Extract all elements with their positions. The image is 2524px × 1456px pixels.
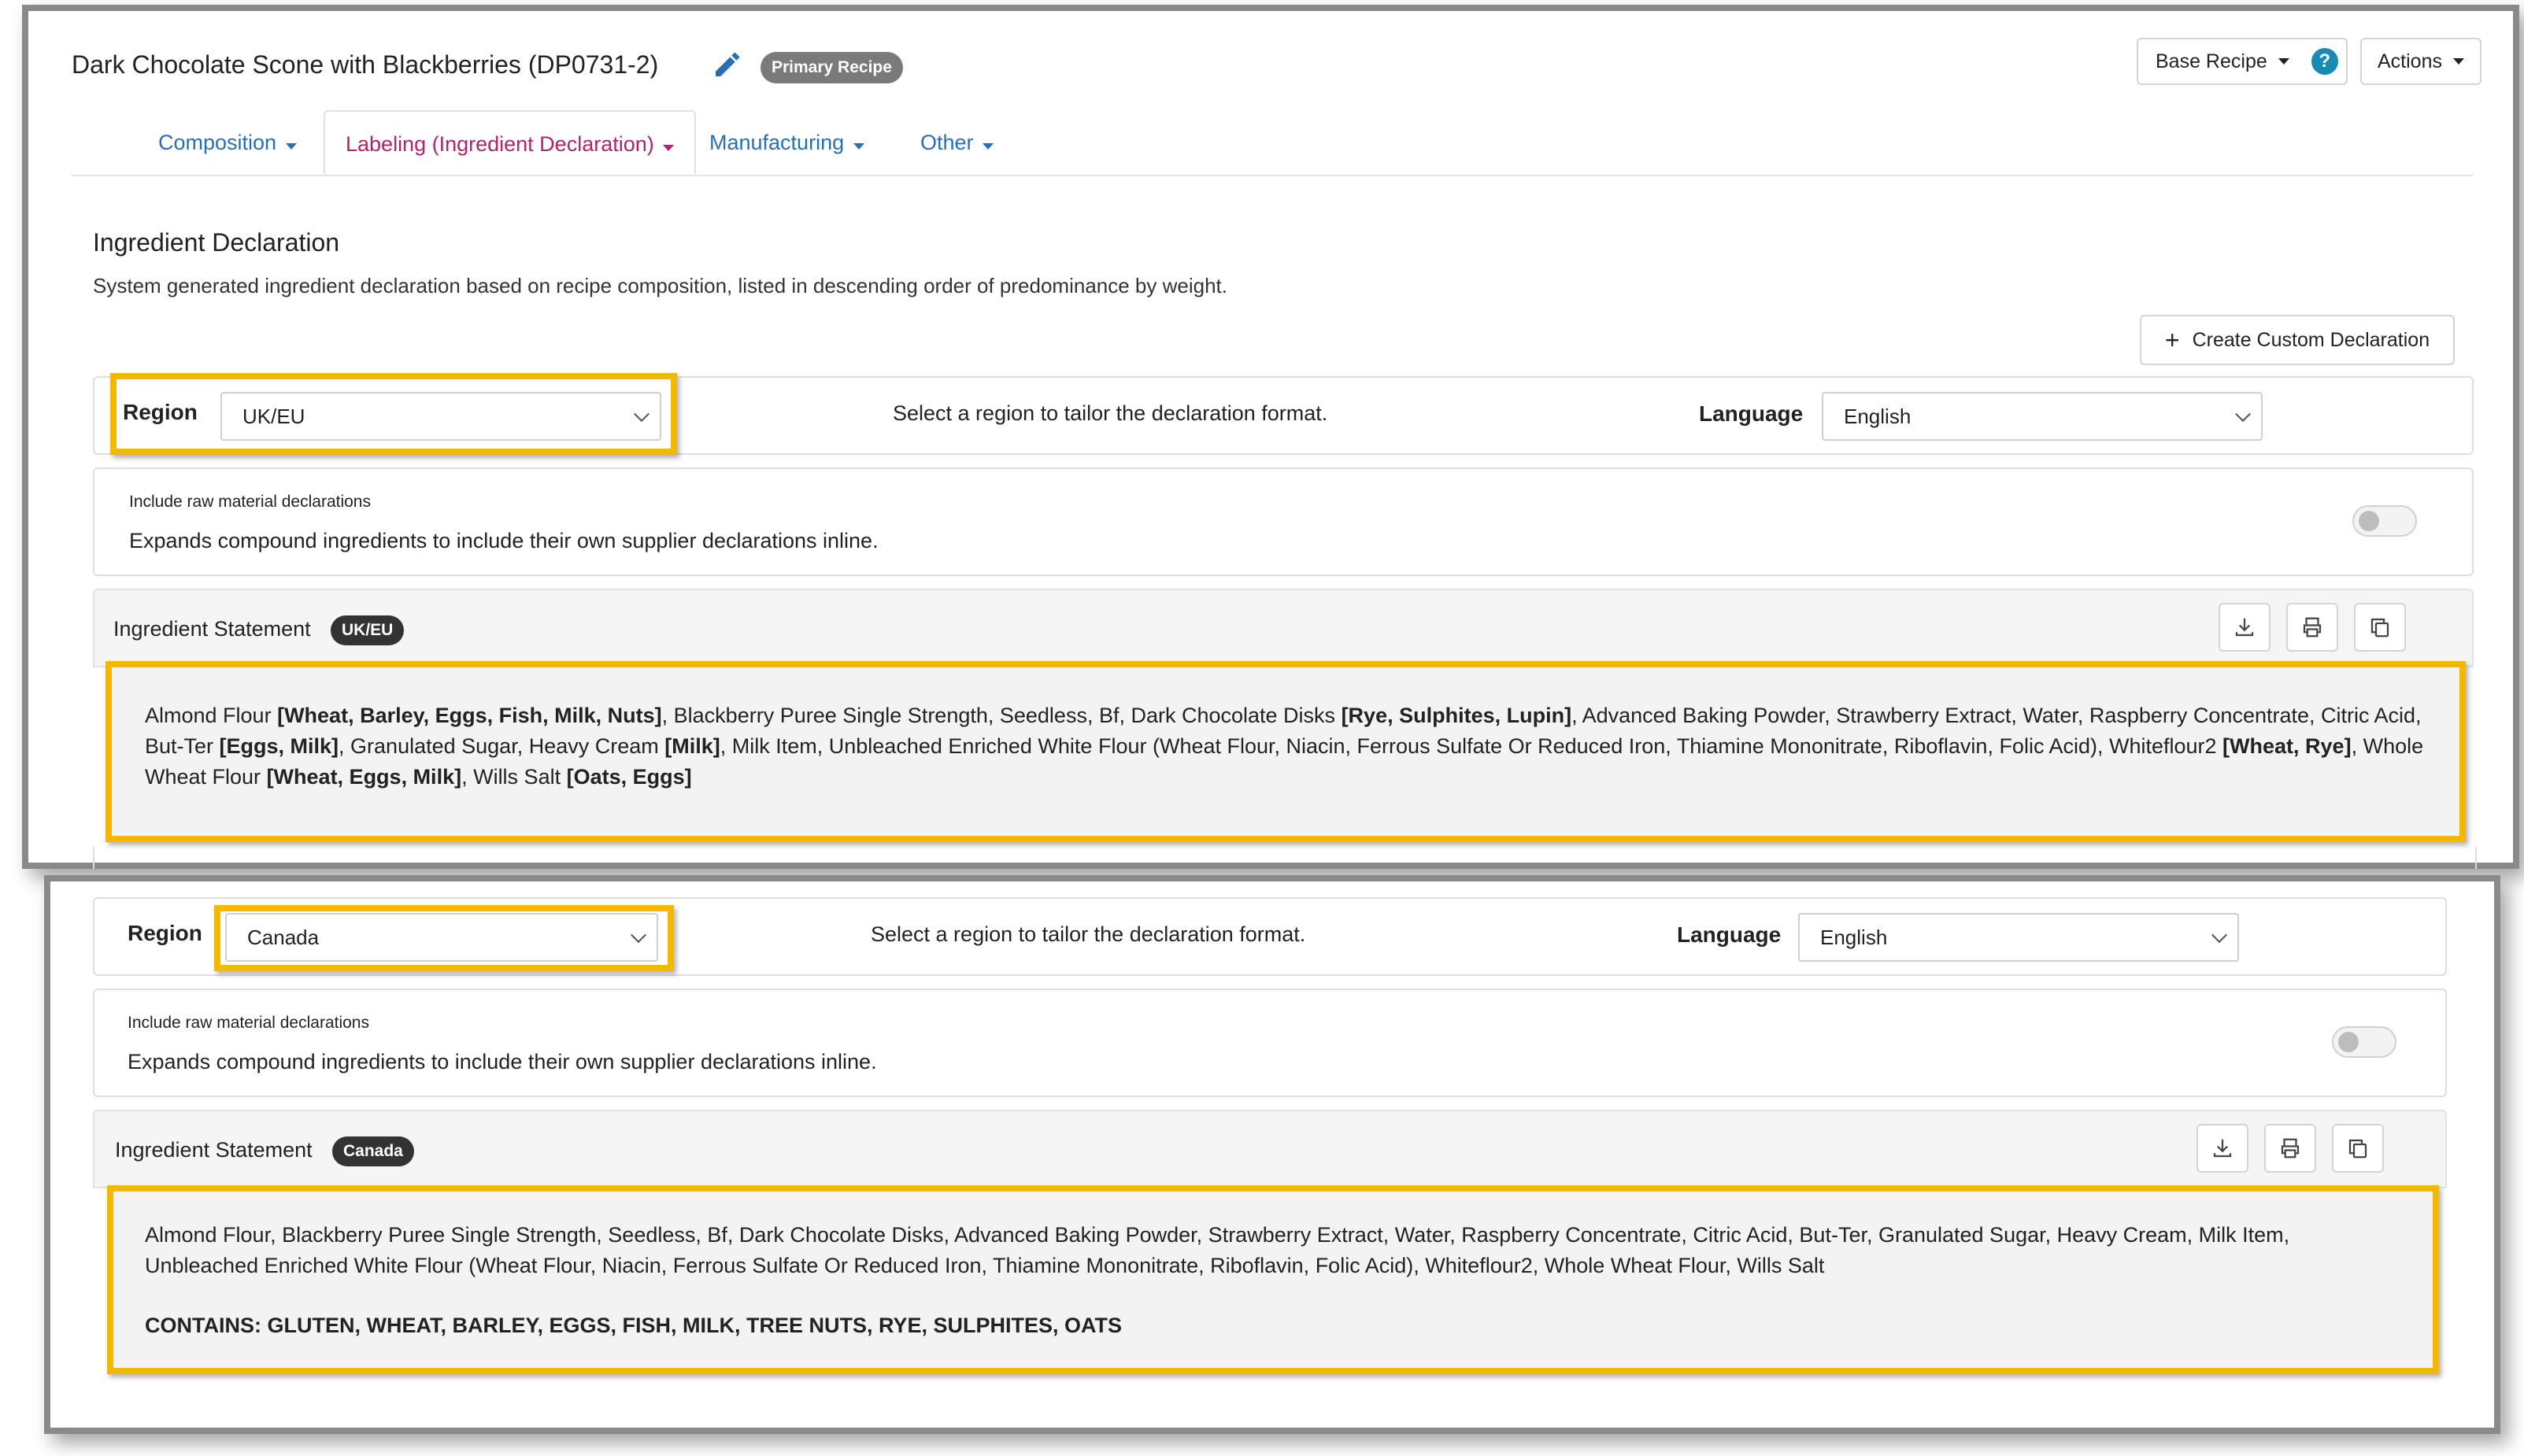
region-hint: Select a region to tailor the declaratio… [893,401,1328,425]
copy-icon [2370,618,2389,637]
tab-bar: Composition Labeling (Ingredient Declara… [72,110,2473,176]
statement-highlight [105,661,2466,842]
language-select-value: English [1844,404,1912,428]
pencil-icon[interactable] [712,49,743,80]
copy-button[interactable] [2332,1124,2384,1173]
download-button[interactable] [2219,603,2270,652]
toggle-knob [2338,1032,2359,1052]
tab-label: Composition [158,131,277,154]
language-label: Language [1699,401,1804,426]
toggle-knob [2359,511,2379,531]
region-hint: Select a region to tailor the declaratio… [871,922,1306,946]
plus-icon: + [2164,326,2180,354]
primary-recipe-badge: Primary Recipe [761,52,903,83]
statement-highlight [107,1185,2439,1374]
tab-other[interactable]: Other [900,110,1014,175]
raw-material-caption: Include raw material declarations [129,493,371,511]
screenshot-bottom: Region Canada Select a region to tailor … [44,875,2500,1434]
region-badge: UK/EU [331,615,405,645]
create-label: Create Custom Declaration [2192,328,2430,351]
chevron-down-icon [285,143,297,150]
copy-button[interactable] [2354,603,2406,652]
chevron-down-icon [663,145,675,151]
language-select[interactable]: English [1822,392,2263,441]
download-icon [2235,618,2254,637]
language-label: Language [1677,922,1782,947]
statement-header: Ingredient Statement UK/EU [93,589,2474,667]
print-button[interactable] [2286,603,2338,652]
tab-labeling[interactable]: Labeling (Ingredient Declaration) [324,110,697,175]
language-select[interactable]: English [1798,913,2239,962]
create-custom-declaration-button[interactable]: + Create Custom Declaration [2140,315,2455,365]
statement-label: Ingredient Statement [113,617,311,641]
actions-button[interactable]: Actions [2360,38,2481,85]
tab-manufacturing[interactable]: Manufacturing [689,110,885,175]
chevron-down-icon [2211,927,2227,944]
raw-material-caption: Include raw material declarations [128,1014,369,1032]
region-highlight [110,373,677,455]
base-recipe-label: Base Recipe [2156,50,2267,72]
page-title: Dark Chocolate Scone with Blackberries (… [72,50,659,79]
download-icon [2213,1139,2232,1158]
tab-composition[interactable]: Composition [138,110,317,175]
section-description: System generated ingredient declaration … [93,274,1227,297]
raw-material-panel: Include raw material declarations Expand… [93,989,2447,1097]
print-icon [2303,617,2322,637]
print-button[interactable] [2264,1124,2316,1173]
region-highlight [214,905,674,971]
raw-material-toggle[interactable] [2332,1026,2396,1058]
chevron-down-icon [983,143,994,150]
base-recipe-button[interactable]: Base Recipe ? [2137,38,2348,85]
chevron-down-icon [2235,406,2251,423]
raw-material-toggle[interactable] [2352,505,2417,537]
statement-header: Ingredient Statement Canada [93,1110,2447,1188]
statement-label: Ingredient Statement [115,1138,313,1162]
tab-label: Labeling (Ingredient Declaration) [346,132,654,156]
region-label: Region [128,921,202,945]
region-badge: Canada [332,1136,414,1166]
chevron-down-icon [2278,58,2289,65]
tab-label: Manufacturing [709,131,845,154]
panel-continuation [93,847,2477,869]
language-select-value: English [1820,925,1888,949]
raw-material-panel: Include raw material declarations Expand… [93,467,2474,576]
screenshot-top: Dark Chocolate Scone with Blackberries (… [22,5,2519,869]
chevron-down-icon [2452,58,2464,65]
download-button[interactable] [2196,1124,2248,1173]
chevron-down-icon [853,143,864,150]
tab-label: Other [920,131,974,154]
raw-material-description: Expands compound ingredients to include … [128,1050,877,1074]
section-title: Ingredient Declaration [93,228,340,257]
actions-label: Actions [2378,50,2442,72]
help-icon[interactable]: ? [2311,48,2338,75]
copy-icon [2348,1139,2367,1159]
print-icon [2281,1138,2300,1159]
raw-material-description: Expands compound ingredients to include … [129,529,879,552]
